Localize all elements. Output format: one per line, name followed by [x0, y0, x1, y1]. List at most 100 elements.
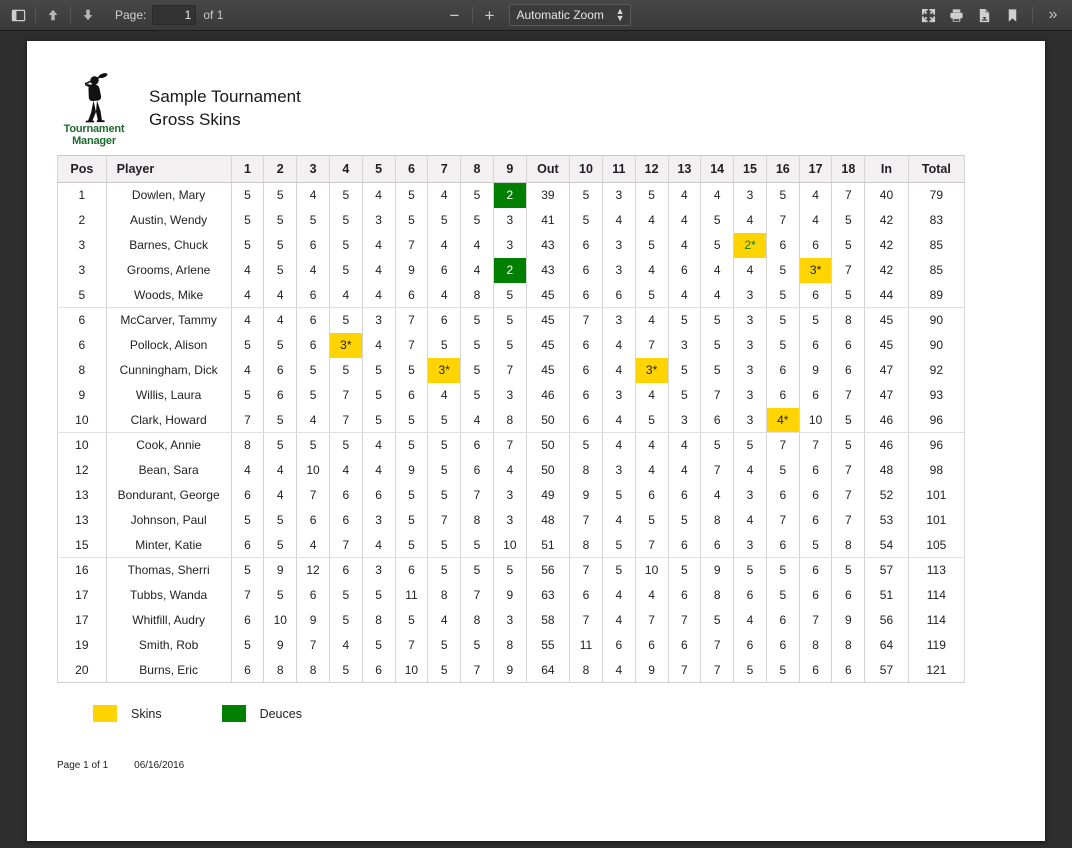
table-row[interactable]: 12 Bean, Sara 4 4 10 4 4 9 5 6 4 50 8 3 4 4 7 4 5 6 7 48 98 — [57, 457, 966, 483]
cell-position: 9 — [57, 382, 107, 408]
cell-out-total: 39 — [525, 182, 571, 208]
cell-hole-18: 7 — [831, 507, 866, 533]
cell-hole-11: 3 — [601, 182, 636, 208]
cell-hole-6: 5 — [394, 432, 429, 458]
table-row[interactable]: 13 Johnson, Paul 5 5 6 6 3 5 7 8 3 48 7 4 5 5 8 4 7 6 7 53 101 — [57, 507, 966, 533]
cell-hole-8: 5 — [460, 332, 494, 358]
cell-hole-1: 5 — [230, 382, 265, 408]
cell-hole-13: 4 — [667, 432, 702, 458]
cell-hole-9: 3 — [492, 207, 527, 233]
table-row[interactable]: 9 Willis, Laura 5 6 5 7 5 6 4 5 3 46 6 3 4 5 7 3 6 6 7 47 93 — [57, 382, 966, 408]
cell-player-name: McCarver, Tammy — [105, 307, 232, 333]
cell-hole-13: 4 — [667, 207, 702, 233]
table-row[interactable]: 6 Pollock, Alison 5 5 6 3* 4 7 5 5 5 45 6 4 7 3 5 3 5 6 6 45 9… — [57, 332, 966, 358]
cell-hole-1: 8 — [230, 432, 265, 458]
cell-out-total: 48 — [525, 507, 571, 533]
pdf-viewer-area[interactable]: Tournament Manager Sample Tournament Gro… — [0, 31, 1072, 848]
table-row[interactable]: 13 Bondurant, George 6 4 7 6 6 5 5 7 3 49 9 5 6 6 4 3 6 6 7 5… — [57, 482, 966, 508]
report-header: Tournament Manager Sample Tournament Gro… — [57, 69, 1015, 147]
table-row[interactable]: 17 Tubbs, Wanda 7 5 6 5 5 11 8 7 9 63 6 4 4 6 8 6 5 6 6 51 114 — [57, 582, 966, 608]
cell-hole-8: 7 — [460, 582, 494, 608]
download-button[interactable] — [971, 3, 997, 27]
cell-hole-18: 7 — [831, 457, 866, 483]
cell-hole-12: 4 — [634, 457, 669, 483]
table-row[interactable]: 3 Barnes, Chuck 5 5 6 5 4 7 4 4 3 43 6 3 5 4 5 2* 6 6 5 42 85 — [57, 232, 966, 258]
cell-hole-2: 6 — [263, 382, 298, 408]
cell-hole-4: 7 — [328, 382, 363, 408]
cell-in-total: 42 — [864, 207, 909, 233]
cell-hole-9: 10 — [492, 532, 527, 558]
table-row[interactable]: 16 Thomas, Sherri 5 9 12 6 3 6 5 5 5 56 7 5 10 5 9 5 5 6 5 57… — [57, 557, 966, 583]
cell-hole-13: 3 — [667, 407, 702, 433]
cell-hole-6: 6 — [394, 282, 429, 308]
cell-hole-14: 5 — [700, 207, 735, 233]
table-row[interactable]: 15 Minter, Katie 6 5 4 7 4 5 5 5 10 51 8 5 7 6 6 3 6 5 8 54 10… — [57, 532, 966, 558]
cell-hole-2: 9 — [263, 557, 298, 583]
cell-hole-15: 3 — [733, 282, 767, 308]
cell-hole-12: 4 — [634, 257, 669, 283]
cell-hole-9: 5 — [492, 557, 527, 583]
sidebar-toggle-button[interactable] — [5, 3, 31, 27]
cell-hole-5: 4 — [361, 257, 396, 283]
table-row[interactable]: 8 Cunningham, Dick 4 6 5 5 5 5 3* 5 7 45 6 4 3* 5 5 3 6 9 6 4… — [57, 357, 966, 383]
cell-hole-14: 6 — [700, 407, 735, 433]
cell-position: 6 — [57, 332, 107, 358]
cell-hole-11: 4 — [601, 507, 636, 533]
cell-hole-14: 5 — [700, 607, 735, 633]
cell-hole-11: 5 — [601, 482, 636, 508]
cell-hole-7: 3* — [427, 357, 462, 383]
cell-hole-4: 4 — [328, 632, 363, 658]
zoom-level-select[interactable]: Automatic Zoom ▲ ▼ — [508, 4, 631, 26]
cell-position: 15 — [57, 532, 107, 558]
cell-hole-18: 6 — [831, 332, 866, 358]
cell-hole-15: 4 — [733, 457, 767, 483]
cell-hole-10: 6 — [569, 332, 603, 358]
next-page-button[interactable] — [75, 3, 101, 27]
cell-hole-3: 12 — [296, 557, 330, 583]
bookmark-button[interactable] — [999, 3, 1025, 27]
cell-hole-9: 3 — [492, 507, 527, 533]
table-row[interactable]: 20 Burns, Eric 6 8 8 5 6 10 5 7 9 64 8 4 9 7 7 5 5 6 6 57 121 — [57, 657, 966, 683]
cell-player-name: Bondurant, George — [105, 482, 232, 508]
previous-page-button[interactable] — [40, 3, 66, 27]
cell-hole-8: 6 — [460, 457, 494, 483]
cell-hole-1: 4 — [230, 282, 265, 308]
cell-hole-9: 3 — [492, 382, 527, 408]
zoom-out-button[interactable]: − — [442, 3, 468, 27]
cell-hole-12: 6 — [634, 482, 669, 508]
cell-hole-3: 5 — [296, 432, 330, 458]
table-row[interactable]: 10 Cook, Annie 8 5 5 5 4 5 5 6 7 50 5 4 4 4 5 5 7 7 5 46 96 — [57, 432, 966, 458]
cell-hole-5: 3 — [361, 507, 396, 533]
cell-hole-7: 5 — [427, 532, 462, 558]
table-row[interactable]: 5 Woods, Mike 4 4 6 4 4 6 4 8 5 45 6 6 5 4 4 3 5 6 5 44 89 — [57, 282, 966, 308]
cell-hole-15: 4 — [733, 507, 767, 533]
table-row[interactable]: 19 Smith, Rob 5 9 7 4 5 7 5 5 8 55 11 6 6 6 7 6 6 8 8 64 119 — [57, 632, 966, 658]
page-count-label: of 1 — [203, 8, 224, 22]
table-row[interactable]: 2 Austin, Wendy 5 5 5 5 3 5 5 5 3 41 5 4 4 4 5 4 7 4 5 42 83 — [57, 207, 966, 233]
page-number-input[interactable] — [152, 5, 197, 25]
more-tools-button[interactable]: » — [1040, 3, 1066, 27]
presentation-mode-button[interactable] — [915, 3, 941, 27]
deuces-legend-label: Deuces — [259, 706, 302, 721]
column-header-out: Out — [525, 155, 571, 183]
zoom-in-button[interactable]: + — [477, 3, 503, 27]
cell-hole-16: 6 — [765, 532, 800, 558]
table-row[interactable]: 1 Dowlen, Mary 5 5 4 5 4 5 4 5 2 39 5 3 5 4 4 3 5 4 7 40 79 — [57, 182, 966, 208]
cell-hole-11: 3 — [601, 232, 636, 258]
cell-hole-2: 4 — [263, 457, 298, 483]
print-button[interactable] — [943, 3, 969, 27]
table-row[interactable]: 6 McCarver, Tammy 4 4 6 5 3 7 6 5 5 45 7 3 4 5 5 3 5 5 8 45 90 — [57, 307, 966, 333]
cell-hole-2: 5 — [263, 532, 298, 558]
cell-hole-10: 6 — [569, 357, 603, 383]
table-row[interactable]: 3 Grooms, Arlene 4 5 4 5 4 9 6 4 2 43 6 3 4 6 4 4 5 3* 7 42 85 — [57, 257, 966, 283]
table-row[interactable]: 17 Whitfill, Audry 6 10 9 5 8 5 4 8 3 58 7 4 7 7 5 4 6 7 9 56… — [57, 607, 966, 633]
cell-hole-2: 5 — [263, 257, 298, 283]
cell-hole-2: 5 — [263, 407, 298, 433]
cell-hole-9: 5 — [492, 332, 527, 358]
table-row[interactable]: 10 Clark, Howard 7 5 4 7 5 5 5 4 8 50 6 4 5 3 6 3 4* 10 5 46 9… — [57, 407, 966, 433]
cell-player-name: Grooms, Arlene — [105, 257, 232, 283]
cell-hole-3: 4 — [296, 257, 330, 283]
cell-hole-4: 4 — [328, 457, 363, 483]
cell-hole-16: 6 — [765, 232, 800, 258]
cell-hole-4: 5 — [328, 232, 363, 258]
